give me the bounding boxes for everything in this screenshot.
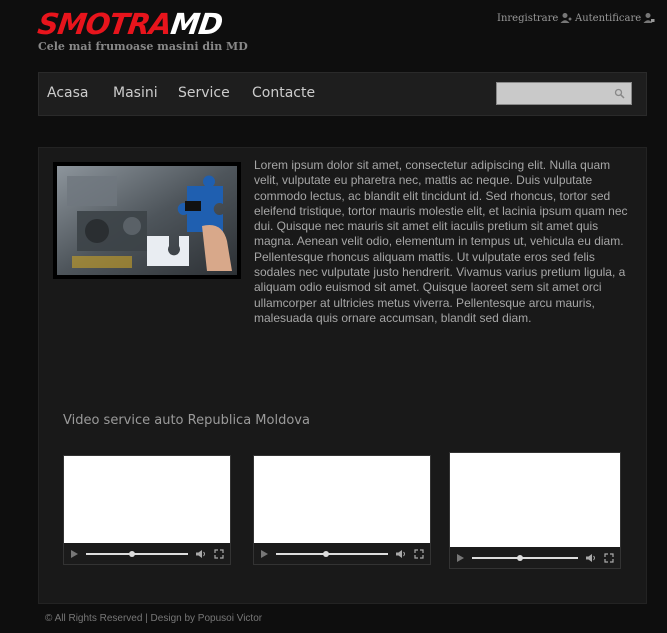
nav-item-contacte[interactable]: Contacte — [252, 85, 315, 101]
fullscreen-icon[interactable] — [214, 548, 224, 559]
video-section-title: Video service auto Republica Moldova — [63, 413, 310, 428]
site-tagline: Cele mai frumoase masini din MD — [38, 40, 248, 53]
main-navbar: Acasa Masini Service Contacte — [38, 72, 647, 116]
nav-item-masini[interactable]: Masini — [113, 85, 158, 101]
video-player-3[interactable] — [449, 452, 621, 569]
video-player-1[interactable] — [63, 455, 231, 565]
search-icon[interactable] — [614, 88, 625, 99]
register-link[interactable]: Inregistrare — [497, 12, 572, 24]
video-screen[interactable] — [64, 456, 230, 544]
logo-text-red: SMOTRA — [35, 7, 174, 41]
seek-knob[interactable] — [516, 554, 523, 561]
footer-credits: © All Rights Reserved | Design by Popuso… — [45, 613, 263, 624]
play-icon[interactable] — [70, 549, 79, 559]
seek-bar[interactable] — [276, 550, 388, 557]
site-header: SMOTRAMD Cele mai frumoase masini din MD… — [0, 0, 667, 70]
user-lock-icon — [643, 13, 655, 23]
seek-bar[interactable] — [86, 550, 188, 557]
volume-icon[interactable] — [195, 549, 207, 559]
add-user-icon — [560, 13, 572, 23]
register-label: Inregistrare — [497, 12, 559, 24]
search-input[interactable] — [497, 83, 607, 104]
search-box — [496, 82, 632, 105]
seek-knob[interactable] — [323, 550, 330, 557]
play-icon[interactable] — [260, 549, 269, 559]
volume-icon[interactable] — [395, 549, 407, 559]
fullscreen-icon[interactable] — [604, 552, 614, 563]
nav-item-acasa[interactable]: Acasa — [47, 85, 88, 101]
logo-text-white: MD — [168, 7, 225, 41]
nav-item-service[interactable]: Service — [178, 85, 230, 101]
video-controls — [450, 547, 620, 568]
seek-knob[interactable] — [128, 550, 135, 557]
video-screen[interactable] — [254, 456, 430, 544]
video-screen[interactable] — [450, 453, 620, 548]
login-link[interactable]: Autentificare — [575, 12, 655, 24]
play-icon[interactable] — [456, 553, 465, 563]
video-controls — [64, 543, 230, 564]
site-logo[interactable]: SMOTRAMD — [35, 7, 225, 41]
main-content: Lorem ipsum dolor sit amet, consectetur … — [38, 147, 647, 604]
engine-puzzle-image — [53, 162, 241, 279]
volume-icon[interactable] — [585, 553, 597, 563]
login-label: Autentificare — [575, 12, 642, 24]
fullscreen-icon[interactable] — [414, 548, 424, 559]
intro-text: Lorem ipsum dolor sit amet, consectetur … — [254, 158, 628, 325]
engine-image-icon — [57, 166, 237, 275]
video-controls — [254, 543, 430, 564]
video-player-2[interactable] — [253, 455, 431, 565]
seek-bar[interactable] — [472, 554, 578, 561]
